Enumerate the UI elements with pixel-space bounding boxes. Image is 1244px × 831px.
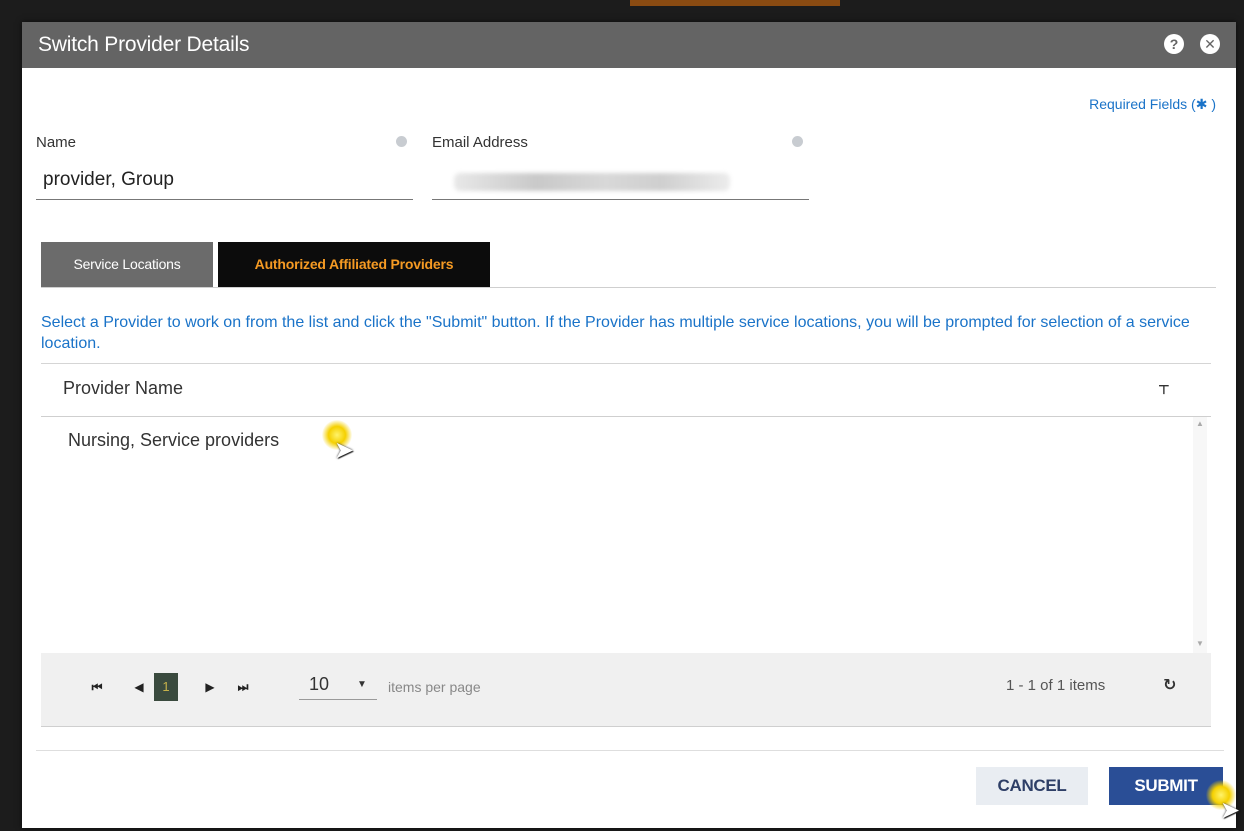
page-size-select[interactable]: 10 ▼	[299, 673, 377, 700]
provider-name-cell[interactable]: Nursing, Service providers	[68, 430, 279, 451]
help-icon[interactable]: ?	[1164, 34, 1184, 54]
tab-authorized-affiliated-providers[interactable]: Authorized Affiliated Providers	[218, 242, 490, 287]
scroll-up-icon[interactable]: ▲	[1196, 419, 1204, 428]
name-label: Name	[36, 134, 77, 151]
dialog-titlebar: Switch Provider Details ? ✕	[22, 22, 1236, 68]
name-info-icon[interactable]	[396, 136, 407, 147]
name-field[interactable]: provider, Group	[36, 169, 413, 200]
grid-scrollbar[interactable]: ▲ ▼	[1193, 417, 1207, 653]
window-top-accent	[630, 0, 840, 6]
footer-divider	[36, 750, 1224, 751]
mouse-cursor-icon: ➤	[1220, 797, 1241, 824]
required-fields-note: Required Fields (✱ )	[1089, 96, 1216, 113]
email-label: Email Address	[432, 134, 528, 151]
email-info-icon[interactable]	[792, 136, 803, 147]
required-fields-label: Required Fields (	[1089, 96, 1196, 112]
tab-service-locations[interactable]: Service Locations	[41, 242, 213, 287]
current-page-button[interactable]: 1	[154, 673, 178, 701]
grid-body: Nursing, Service providers ▲ ▼	[41, 417, 1211, 653]
required-star-icon: ✱	[1195, 96, 1208, 112]
first-page-icon[interactable]: ⏮	[85, 675, 109, 699]
items-per-page-label: items per page	[388, 679, 481, 695]
scroll-down-icon[interactable]: ▼	[1196, 639, 1204, 648]
grid-pager: ⏮ ◀ 1 ▶ ⏭ 10 ▼ items per page 1 - 1 of 1…	[41, 653, 1211, 727]
chevron-down-icon: ▼	[357, 679, 367, 690]
mouse-cursor-icon: ➤	[334, 437, 355, 464]
refresh-icon[interactable]: ↻	[1163, 675, 1176, 695]
filter-icon[interactable]: ⊤	[1158, 382, 1170, 398]
provider-grid: Provider Name ⊤ Nursing, Service provide…	[41, 363, 1211, 728]
cancel-button[interactable]: CANCEL	[976, 767, 1088, 805]
column-header-provider-name[interactable]: Provider Name	[63, 378, 183, 399]
switch-provider-dialog: Switch Provider Details ? ✕ Required Fie…	[22, 22, 1236, 828]
instructions-text: Select a Provider to work on from the li…	[41, 314, 1190, 352]
prev-page-icon[interactable]: ◀	[127, 675, 151, 699]
next-page-icon[interactable]: ▶	[198, 675, 222, 699]
required-fields-close: )	[1207, 96, 1216, 112]
grid-header: Provider Name ⊤	[41, 364, 1211, 417]
last-page-icon[interactable]: ⏭	[231, 675, 255, 699]
dialog-title: Switch Provider Details	[38, 33, 250, 56]
tabs-divider	[41, 287, 1216, 288]
pager-info: 1 - 1 of 1 items	[1006, 677, 1106, 694]
page-size-value: 10	[309, 674, 330, 694]
email-value-redacted	[454, 173, 730, 191]
close-icon[interactable]: ✕	[1200, 34, 1220, 54]
table-row[interactable]: Nursing, Service providers	[41, 425, 1191, 459]
